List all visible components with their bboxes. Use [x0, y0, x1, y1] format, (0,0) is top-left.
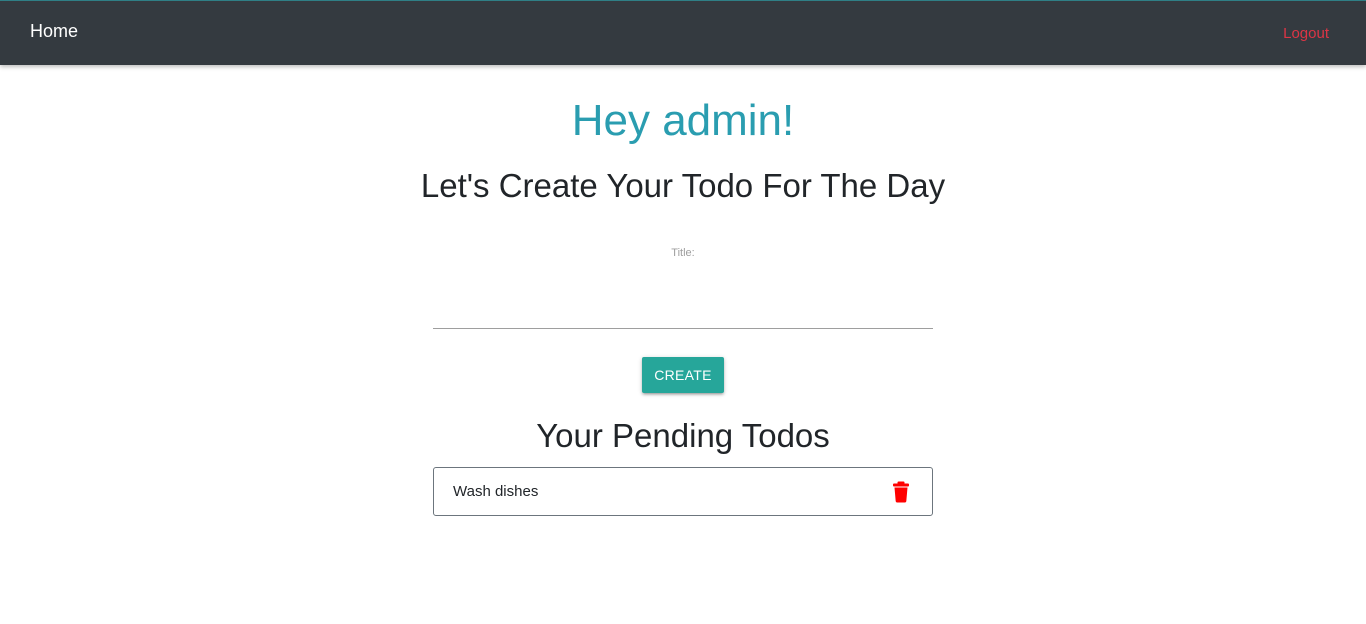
- title-label: Title:: [671, 247, 695, 259]
- trash-icon[interactable]: [891, 481, 911, 503]
- pending-todos-heading: Your Pending Todos: [536, 417, 830, 454]
- top-navbar: Home Logout: [0, 0, 1366, 65]
- title-input[interactable]: [433, 286, 933, 329]
- todo-item: Wash dishes: [433, 467, 933, 516]
- create-button[interactable]: CREATE: [642, 357, 724, 393]
- logout-link[interactable]: Logout: [1283, 25, 1329, 42]
- greeting-heading: Hey admin!: [571, 96, 795, 145]
- todo-title: Wash dishes: [453, 483, 539, 500]
- create-todo-subtitle: Let's Create Your Todo For The Day: [420, 167, 946, 204]
- home-link[interactable]: Home: [30, 21, 78, 42]
